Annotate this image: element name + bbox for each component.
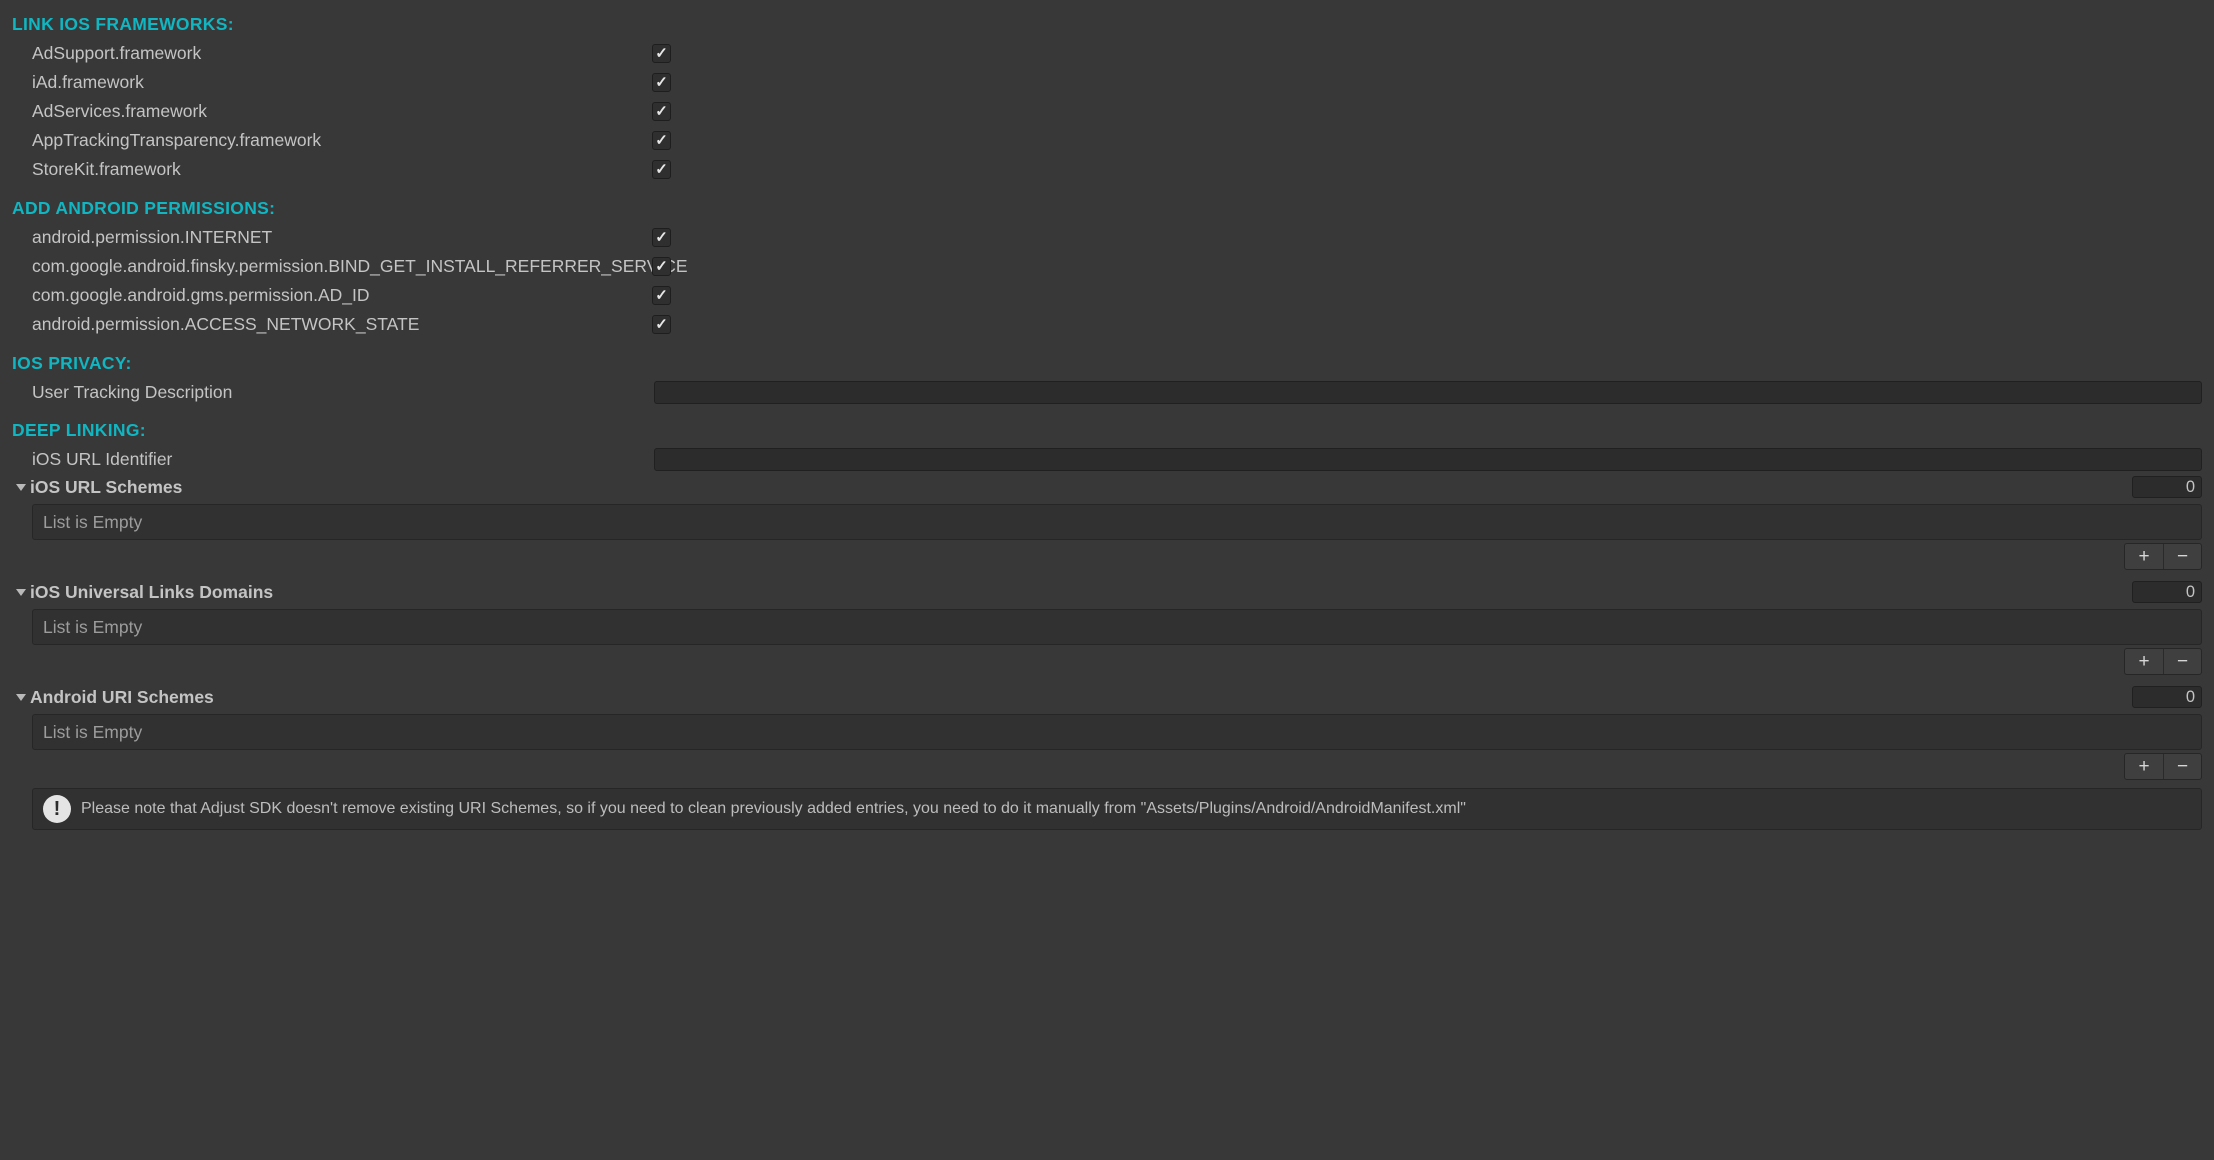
framework-checkbox[interactable] — [652, 102, 671, 121]
permission-checkbox[interactable] — [652, 257, 671, 276]
permission-label: com.google.android.finsky.permission.BIN… — [32, 256, 652, 277]
framework-checkbox[interactable] — [652, 131, 671, 150]
list-empty-box: List is Empty — [32, 504, 2202, 540]
permission-row: com.google.android.gms.permission.AD_ID — [0, 281, 2214, 310]
list-remove-button[interactable]: − — [2163, 754, 2201, 779]
minus-icon: − — [2177, 757, 2188, 776]
section-header-android-permissions: ADD ANDROID PERMISSIONS: — [0, 190, 2214, 223]
permission-checkbox[interactable] — [652, 315, 671, 334]
list-empty-text: List is Empty — [43, 617, 142, 638]
list-empty-box: List is Empty — [32, 714, 2202, 750]
list-count-input[interactable] — [2132, 686, 2202, 708]
ios-url-identifier-label: iOS URL Identifier — [32, 449, 654, 470]
list-add-button[interactable]: + — [2125, 649, 2163, 674]
framework-label: StoreKit.framework — [32, 159, 652, 180]
tracking-description-label: User Tracking Description — [32, 382, 654, 403]
info-note: ! Please note that Adjust SDK doesn't re… — [32, 788, 2202, 830]
list-count-input[interactable] — [2132, 581, 2202, 603]
list-buttons: + − — [2124, 753, 2202, 780]
framework-checkbox[interactable] — [652, 160, 671, 179]
list-empty-text: List is Empty — [43, 722, 142, 743]
info-icon: ! — [43, 795, 71, 823]
list-add-button[interactable]: + — [2125, 544, 2163, 569]
permission-checkbox[interactable] — [652, 228, 671, 247]
tracking-description-row: User Tracking Description — [0, 378, 2214, 406]
framework-label: AdSupport.framework — [32, 43, 652, 64]
framework-row: AdServices.framework — [0, 97, 2214, 126]
list-add-button[interactable]: + — [2125, 754, 2163, 779]
plus-icon: + — [2138, 757, 2149, 776]
permission-row: android.permission.ACCESS_NETWORK_STATE — [0, 310, 2214, 339]
permission-checkbox[interactable] — [652, 286, 671, 305]
permission-row: com.google.android.finsky.permission.BIN… — [0, 252, 2214, 281]
list-remove-button[interactable]: − — [2163, 544, 2201, 569]
foldout-label: Android URI Schemes — [30, 687, 2132, 708]
section-header-ios-frameworks: LINK IOS FRAMEWORKS: — [0, 6, 2214, 39]
foldout-label: iOS URL Schemes — [30, 477, 2132, 498]
chevron-down-icon — [12, 589, 30, 596]
list-empty-box: List is Empty — [32, 609, 2202, 645]
permission-label: android.permission.ACCESS_NETWORK_STATE — [32, 314, 652, 335]
permission-label: android.permission.INTERNET — [32, 227, 652, 248]
info-text: Please note that Adjust SDK doesn't remo… — [81, 800, 1466, 818]
framework-row: StoreKit.framework — [0, 155, 2214, 184]
framework-row: AppTrackingTransparency.framework — [0, 126, 2214, 155]
ios-url-identifier-row: iOS URL Identifier — [0, 445, 2214, 473]
tracking-description-input[interactable] — [654, 381, 2202, 404]
section-header-deep-linking: DEEP LINKING: — [0, 412, 2214, 445]
framework-label: iAd.framework — [32, 72, 652, 93]
plus-icon: + — [2138, 547, 2149, 566]
permission-label: com.google.android.gms.permission.AD_ID — [32, 285, 652, 306]
foldout-ios-url-schemes[interactable]: iOS URL Schemes — [0, 473, 2214, 501]
minus-icon: − — [2177, 652, 2188, 671]
framework-row: iAd.framework — [0, 68, 2214, 97]
framework-checkbox[interactable] — [652, 73, 671, 92]
chevron-down-icon — [12, 484, 30, 491]
list-count-input[interactable] — [2132, 476, 2202, 498]
foldout-android-uri-schemes[interactable]: Android URI Schemes — [0, 683, 2214, 711]
framework-row: AdSupport.framework — [0, 39, 2214, 68]
chevron-down-icon — [12, 694, 30, 701]
list-buttons: + − — [2124, 543, 2202, 570]
framework-label: AdServices.framework — [32, 101, 652, 122]
list-remove-button[interactable]: − — [2163, 649, 2201, 674]
list-buttons: + − — [2124, 648, 2202, 675]
foldout-ios-universal-links[interactable]: iOS Universal Links Domains — [0, 578, 2214, 606]
ios-url-identifier-input[interactable] — [654, 448, 2202, 471]
plus-icon: + — [2138, 652, 2149, 671]
permission-row: android.permission.INTERNET — [0, 223, 2214, 252]
list-empty-text: List is Empty — [43, 512, 142, 533]
framework-checkbox[interactable] — [652, 44, 671, 63]
framework-label: AppTrackingTransparency.framework — [32, 130, 652, 151]
section-header-ios-privacy: IOS PRIVACY: — [0, 345, 2214, 378]
foldout-label: iOS Universal Links Domains — [30, 582, 2132, 603]
minus-icon: − — [2177, 547, 2188, 566]
